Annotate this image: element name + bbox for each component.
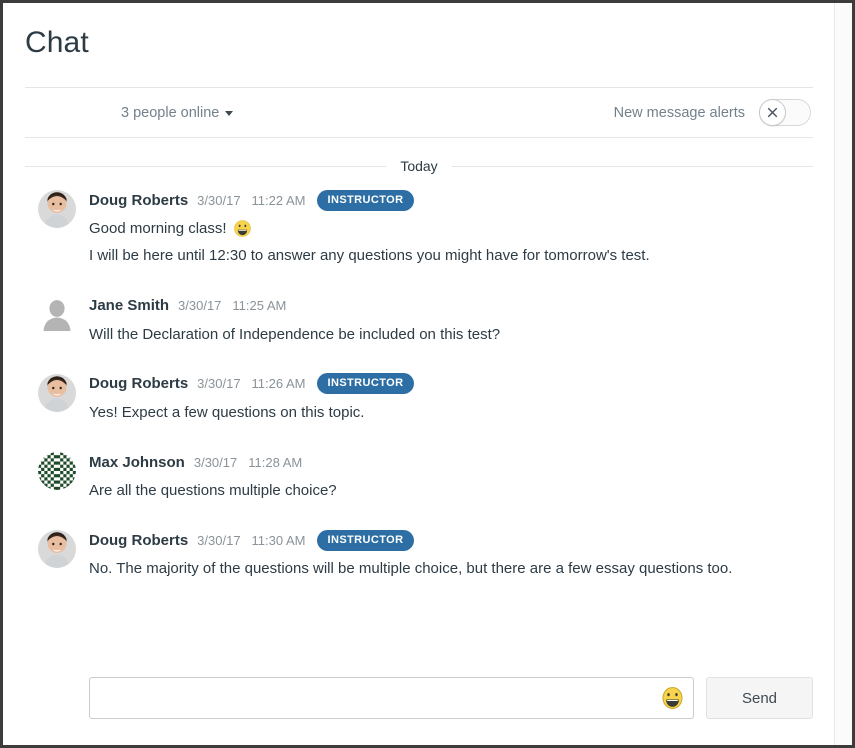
message-body: Doug Roberts 3/30/17 11:30 AM INSTRUCTOR… xyxy=(89,528,813,580)
emoji-picker-button[interactable] xyxy=(660,686,685,711)
message-text-line: Good morning class! xyxy=(89,217,813,240)
divider-rule-right xyxy=(451,165,814,167)
message-author: Doug Roberts xyxy=(89,191,189,209)
message-input[interactable] xyxy=(89,677,694,719)
message-date: 3/30/17 xyxy=(178,298,222,313)
message-text: Good morning class! xyxy=(89,220,227,237)
message-time: 11:25 AM xyxy=(232,298,287,313)
avatar-column xyxy=(25,450,89,502)
message-item: Doug Roberts 3/30/17 11:30 AM INSTRUCTOR… xyxy=(25,528,813,580)
day-divider-label: Today xyxy=(400,158,438,174)
message-text-line: Will the Declaration of Independence be … xyxy=(89,323,813,346)
message-item: Doug Roberts 3/30/17 11:22 AM INSTRUCTOR… xyxy=(25,188,813,268)
instructor-badge: INSTRUCTOR xyxy=(316,189,415,211)
people-online-dropdown[interactable]: 3 people online xyxy=(121,104,234,121)
message-time: 11:28 AM xyxy=(248,454,303,470)
message-text: I will be here until 12:30 to answer any… xyxy=(89,247,650,265)
message-text-line: I will be here until 12:30 to answer any… xyxy=(89,244,813,267)
avatar-column xyxy=(25,372,89,424)
identicon-avatar-icon xyxy=(38,452,76,490)
avatar-column xyxy=(25,294,89,346)
toggle-knob xyxy=(759,99,786,126)
message-text: No. The majority of the questions will b… xyxy=(89,560,733,578)
avatar[interactable] xyxy=(38,190,76,228)
message-body: Jane Smith 3/30/17 11:25 AM Will the Dec… xyxy=(89,294,813,346)
message-list: Today Doug Roberts 3/30/17 11:22 AM INST… xyxy=(3,138,835,677)
message-meta: Doug Roberts 3/30/17 11:30 AM INSTRUCTOR xyxy=(89,528,813,552)
people-online-label: 3 people online xyxy=(121,104,220,121)
message-meta: Max Johnson 3/30/17 11:28 AM xyxy=(89,450,813,474)
message-meta: Jane Smith 3/30/17 11:25 AM xyxy=(89,294,813,318)
message-date: 3/30/17 xyxy=(197,192,241,208)
message-text-line: Are all the questions multiple choice? xyxy=(89,479,813,502)
message-text: Will the Declaration of Independence be … xyxy=(89,325,501,343)
instructor-badge: INSTRUCTOR xyxy=(316,529,415,551)
grinning-face-emoji xyxy=(662,687,683,709)
message-date: 3/30/17 xyxy=(197,376,241,392)
default-user-silhouette-icon xyxy=(43,299,71,331)
message-author: Jane Smith xyxy=(89,297,170,314)
message-author: Doug Roberts xyxy=(89,375,189,393)
chevron-down-icon xyxy=(225,111,234,116)
message-input-wrapper xyxy=(89,677,694,719)
chat-window: Chat 3 people online New message alerts xyxy=(0,0,855,748)
message-meta: Doug Roberts 3/30/17 11:22 AM INSTRUCTOR xyxy=(89,188,813,212)
avatar[interactable] xyxy=(38,373,76,412)
new-message-alerts-toggle[interactable] xyxy=(759,99,811,126)
day-divider: Today xyxy=(25,158,814,174)
avatar-column xyxy=(25,528,89,580)
message-author: Max Johnson xyxy=(89,453,185,471)
message-item: Jane Smith 3/30/17 11:25 AM Will the Dec… xyxy=(25,294,813,346)
new-message-alerts-group: New message alerts xyxy=(614,99,811,126)
message-text-line: Yes! Expect a few questions on this topi… xyxy=(89,401,813,424)
message-text-line: No. The majority of the questions will b… xyxy=(89,557,813,580)
message-text: Yes! Expect a few questions on this topi… xyxy=(89,403,365,421)
avatar[interactable] xyxy=(38,452,76,490)
instructor-badge: INSTRUCTOR xyxy=(316,373,415,395)
new-message-alerts-label: New message alerts xyxy=(613,104,745,121)
vertical-scrollbar[interactable] xyxy=(834,3,852,745)
message-composer: Send xyxy=(67,677,835,745)
message-item: Doug Roberts 3/30/17 11:26 AM INSTRUCTOR… xyxy=(25,372,813,424)
divider-rule-left xyxy=(25,165,387,167)
message-item: Max Johnson 3/30/17 11:28 AM Are all the… xyxy=(25,450,813,502)
message-time: 11:30 AM xyxy=(251,532,306,548)
message-body: Doug Roberts 3/30/17 11:26 AM INSTRUCTOR… xyxy=(89,372,813,424)
message-date: 3/30/17 xyxy=(197,532,241,548)
message-body: Max Johnson 3/30/17 11:28 AM Are all the… xyxy=(89,450,813,502)
close-x-icon xyxy=(767,107,778,118)
message-date: 3/30/17 xyxy=(193,454,238,470)
chat-toolbar: 3 people online New message alerts xyxy=(25,87,813,138)
grinning-face-emoji xyxy=(233,220,251,237)
avatar[interactable] xyxy=(38,530,76,569)
message-time: 11:26 AM xyxy=(251,376,306,392)
message-author: Doug Roberts xyxy=(89,531,189,549)
page-title: Chat xyxy=(25,26,89,59)
message-text: Are all the questions multiple choice? xyxy=(89,482,337,499)
message-time: 11:22 AM xyxy=(251,192,306,208)
avatar[interactable] xyxy=(38,296,76,334)
message-meta: Doug Roberts 3/30/17 11:26 AM INSTRUCTOR xyxy=(89,372,813,396)
send-button[interactable]: Send xyxy=(706,677,813,719)
message-body: Doug Roberts 3/30/17 11:22 AM INSTRUCTOR… xyxy=(89,188,813,268)
avatar-column xyxy=(25,188,89,268)
chat-panel: Chat 3 people online New message alerts xyxy=(3,3,835,745)
